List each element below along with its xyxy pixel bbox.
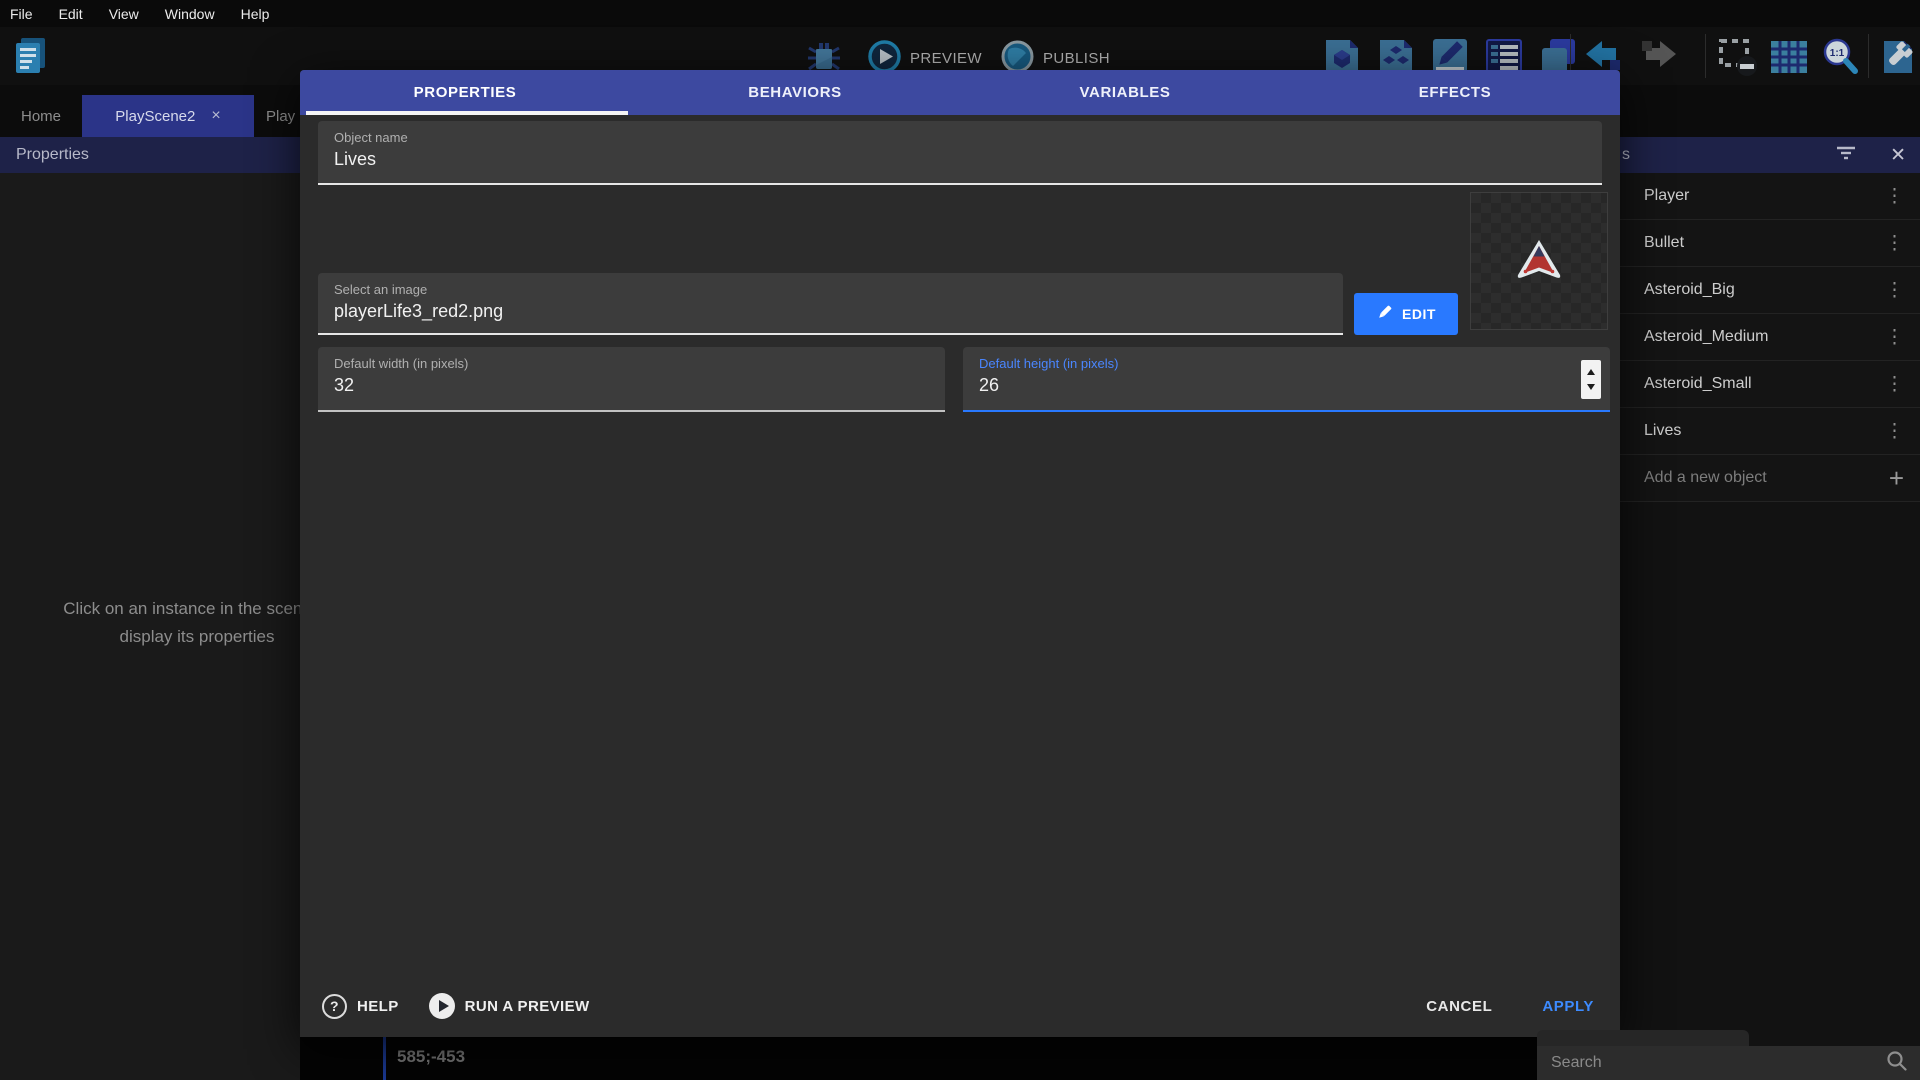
default-width-field[interactable]: Default width (in pixels) — [318, 347, 945, 412]
object-menu-kebab-icon[interactable]: ⋮ — [1885, 187, 1904, 206]
objects-panel-close-icon[interactable]: ✕ — [1890, 144, 1906, 167]
cursor-coordinates: 585;-453 — [397, 1047, 465, 1067]
project-manager-icon[interactable] — [12, 35, 50, 82]
add-object-label: Add a new object — [1644, 469, 1889, 487]
default-height-field[interactable]: Default height (in pixels) — [963, 347, 1610, 412]
object-menu-kebab-icon[interactable]: ⋮ — [1885, 375, 1904, 394]
tab-variables[interactable]: VARIABLES — [960, 70, 1290, 115]
plus-icon: + — [1889, 465, 1904, 491]
tab-playscene2[interactable]: PlayScene2 × — [82, 95, 254, 137]
object-name: Lives — [1644, 422, 1885, 440]
object-row[interactable]: Asteroid_Small ⋮ — [1620, 361, 1920, 408]
gdevelop-window: File Edit View Window Help — [0, 0, 1920, 1080]
object-menu-kebab-icon[interactable]: ⋮ — [1885, 281, 1904, 300]
preview-label: PREVIEW — [910, 50, 982, 67]
select-image-label: Select an image — [334, 282, 427, 297]
publish-label: PUBLISH — [1043, 50, 1110, 67]
object-row[interactable]: Asteroid_Medium ⋮ — [1620, 314, 1920, 361]
tab-behaviors[interactable]: BEHAVIORS — [630, 70, 960, 115]
apply-button[interactable]: APPLY — [1542, 998, 1594, 1015]
tab-properties[interactable]: PROPERTIES — [300, 70, 630, 115]
tab-home-label: Home — [21, 108, 61, 125]
settings-wrench-icon[interactable] — [1878, 36, 1918, 83]
image-name-input[interactable] — [334, 301, 1303, 322]
grid-icon[interactable] — [1768, 36, 1810, 83]
default-height-label: Default height (in pixels) — [979, 356, 1118, 371]
instance-properties-panel: Properties Click on an instance in the s… — [0, 137, 300, 1080]
empty-message-line1: Click on an instance in the scene to — [12, 595, 300, 623]
menu-item[interactable]: View — [109, 6, 139, 22]
run-preview-label: RUN A PREVIEW — [465, 998, 590, 1015]
zoom-1-1-icon[interactable]: 1:1 — [1820, 36, 1862, 83]
object-search-bar — [1537, 1046, 1920, 1080]
number-spinner[interactable] — [1581, 360, 1601, 399]
deselect-icon[interactable] — [1716, 36, 1760, 83]
objects-list: Player ⋮ Bullet ⋮ Asteroid_Big ⋮ Asteroi… — [1620, 173, 1920, 455]
default-height-input[interactable] — [979, 375, 1570, 396]
panel-edge-line — [383, 1037, 386, 1080]
object-name: Asteroid_Big — [1644, 281, 1885, 299]
objects-panel-title-fragment: s — [1622, 146, 1630, 164]
object-row[interactable]: Bullet ⋮ — [1620, 220, 1920, 267]
tab-play-label: Play — [266, 108, 295, 125]
cancel-button[interactable]: CANCEL — [1426, 998, 1492, 1015]
scene-status-bar: 585;-453 — [300, 1037, 1537, 1080]
object-row[interactable]: Player ⋮ — [1620, 173, 1920, 220]
menu-item[interactable]: Help — [241, 6, 270, 22]
object-menu-kebab-icon[interactable]: ⋮ — [1885, 422, 1904, 441]
default-width-input[interactable] — [334, 375, 905, 396]
spinner-up-icon[interactable] — [1587, 369, 1595, 375]
object-name: Player — [1644, 187, 1885, 205]
menu-bar: File Edit View Window Help — [0, 0, 1920, 27]
object-name: Bullet — [1644, 234, 1885, 252]
properties-panel-title: Properties — [0, 137, 300, 173]
search-input[interactable] — [1551, 1054, 1886, 1072]
object-name: Asteroid_Medium — [1644, 328, 1885, 346]
add-object-row[interactable]: Add a new object + — [1620, 455, 1920, 502]
edit-button-label: EDIT — [1402, 306, 1436, 322]
tab-playscene2-label: PlayScene2 — [115, 108, 195, 125]
object-name-input[interactable] — [334, 149, 1562, 170]
object-name: Asteroid_Small — [1644, 375, 1885, 393]
select-image-field[interactable]: Select an image — [318, 273, 1343, 335]
help-button[interactable]: ? HELP — [322, 994, 399, 1019]
objects-panel: s ✕ Player ⋮ Bullet ⋮ Asteroid_Bi — [1620, 137, 1920, 1080]
tab-close-icon[interactable]: × — [211, 107, 220, 125]
empty-message-line2: display its properties — [12, 623, 300, 651]
dialog-footer: ? HELP RUN A PREVIEW CANCEL APPLY — [300, 975, 1620, 1037]
tab-effects[interactable]: EFFECTS — [1290, 70, 1620, 115]
redo-icon[interactable] — [1634, 37, 1680, 82]
object-row[interactable]: Asteroid_Big ⋮ — [1620, 267, 1920, 314]
object-menu-kebab-icon[interactable]: ⋮ — [1885, 328, 1904, 347]
svg-text:1:1: 1:1 — [1830, 48, 1845, 59]
properties-empty-message: Click on an instance in the scene to dis… — [12, 595, 300, 651]
active-tab-underline — [306, 111, 628, 115]
search-icon[interactable] — [1886, 1050, 1908, 1077]
spinner-down-icon[interactable] — [1587, 384, 1595, 390]
object-row[interactable]: Lives ⋮ — [1620, 408, 1920, 455]
ship-sprite — [1515, 238, 1563, 285]
dialog-tab-bar: PROPERTIES BEHAVIORS VARIABLES EFFECTS — [300, 70, 1620, 115]
objects-panel-header: s ✕ — [1620, 137, 1920, 173]
menu-item[interactable]: Window — [165, 6, 215, 22]
run-preview-button[interactable]: RUN A PREVIEW — [429, 993, 590, 1019]
sprite-preview — [1470, 192, 1608, 330]
help-icon: ? — [322, 994, 347, 1019]
filter-icon[interactable] — [1836, 146, 1856, 165]
edit-image-button[interactable]: EDIT — [1354, 293, 1458, 335]
object-menu-kebab-icon[interactable]: ⋮ — [1885, 234, 1904, 253]
object-editor-dialog: PROPERTIES BEHAVIORS VARIABLES EFFECTS O… — [300, 70, 1620, 1037]
tab-home[interactable]: Home — [0, 95, 82, 137]
object-name-label: Object name — [334, 130, 408, 145]
default-width-label: Default width (in pixels) — [334, 356, 468, 371]
menu-item[interactable]: Edit — [59, 6, 83, 22]
run-preview-play-icon — [429, 993, 455, 1019]
help-label: HELP — [357, 998, 399, 1015]
edit-pencil-small-icon — [1376, 304, 1393, 324]
object-name-field[interactable]: Object name — [318, 121, 1602, 185]
menu-item[interactable]: File — [10, 6, 33, 22]
